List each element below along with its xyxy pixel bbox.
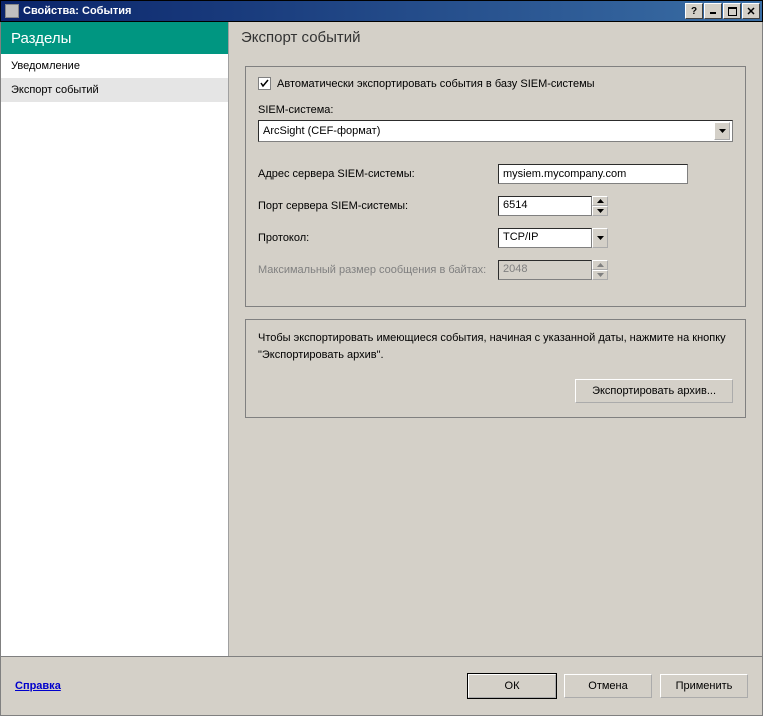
spinner-down-button[interactable]	[592, 206, 608, 216]
sidebar-item-notification[interactable]: Уведомление	[1, 54, 228, 78]
app-icon	[5, 4, 19, 18]
protocol-row: Протокол: TCP/IP	[258, 228, 733, 248]
chevron-up-icon	[597, 263, 604, 267]
footer: Справка ОК Отмена Применить	[0, 656, 763, 716]
sidebar-header: Разделы	[1, 22, 228, 54]
export-settings-group: Автоматически экспортировать события в б…	[245, 66, 746, 307]
server-port-label: Порт сервера SIEM-системы:	[258, 200, 498, 212]
archive-description: Чтобы экспортировать имеющиеся события, …	[258, 330, 733, 363]
window-title: Свойства: События	[23, 5, 685, 17]
siem-system-row: SIEM-система: ArcSight (CEF-формат)	[258, 104, 733, 142]
chevron-down-icon	[719, 129, 726, 133]
dropdown-button[interactable]	[592, 228, 608, 248]
server-port-spinner[interactable]: 6514	[498, 196, 608, 216]
dropdown-button[interactable]	[714, 122, 730, 140]
titlebar-buttons: ?	[685, 3, 760, 19]
spinner-down-button	[592, 270, 608, 280]
apply-button[interactable]: Применить	[660, 674, 748, 698]
chevron-down-icon	[597, 209, 604, 213]
help-button[interactable]: ?	[685, 3, 703, 19]
archive-button-row: Экспортировать архив...	[258, 379, 733, 403]
server-address-row: Адрес сервера SIEM-системы:	[258, 164, 733, 184]
max-message-label: Максимальный размер сообщения в байтах:	[258, 264, 498, 276]
chevron-down-icon	[597, 273, 604, 277]
siem-system-label: SIEM-система:	[258, 104, 498, 116]
server-address-label: Адрес сервера SIEM-системы:	[258, 168, 498, 180]
spinner-up-button	[592, 260, 608, 270]
minimize-button[interactable]	[704, 3, 722, 19]
minimize-icon	[709, 7, 717, 15]
protocol-value: TCP/IP	[498, 228, 592, 248]
protocol-label: Протокол:	[258, 232, 498, 244]
maximize-button[interactable]	[723, 3, 741, 19]
titlebar: Свойства: События ?	[0, 0, 763, 22]
spinner-buttons	[592, 196, 608, 216]
siem-system-dropdown[interactable]: ArcSight (CEF-формат)	[258, 120, 733, 142]
main-content: Автоматически экспортировать события в б…	[229, 54, 762, 656]
siem-system-value: ArcSight (CEF-формат)	[263, 125, 714, 137]
server-port-value: 6514	[498, 196, 592, 216]
auto-export-row: Автоматически экспортировать события в б…	[258, 77, 733, 90]
spinner-up-button[interactable]	[592, 196, 608, 206]
max-message-spinner: 2048	[498, 260, 608, 280]
max-message-value: 2048	[498, 260, 592, 280]
server-address-input[interactable]	[498, 164, 688, 184]
auto-export-checkbox[interactable]	[258, 77, 271, 90]
page-title: Экспорт событий	[229, 22, 762, 54]
sidebar-item-label: Уведомление	[11, 60, 80, 72]
cancel-button[interactable]: Отмена	[564, 674, 652, 698]
archive-group: Чтобы экспортировать имеющиеся события, …	[245, 319, 746, 418]
sidebar-item-label: Экспорт событий	[11, 84, 99, 96]
auto-export-label: Автоматически экспортировать события в б…	[277, 78, 595, 90]
main-panel: Экспорт событий Автоматически экспортиро…	[229, 22, 762, 656]
help-link[interactable]: Справка	[15, 680, 61, 692]
chevron-down-icon	[597, 236, 604, 240]
close-button[interactable]	[742, 3, 760, 19]
ok-button[interactable]: ОК	[468, 674, 556, 698]
chevron-up-icon	[597, 199, 604, 203]
sidebar: Разделы Уведомление Экспорт событий	[1, 22, 229, 656]
export-archive-button[interactable]: Экспортировать архив...	[575, 379, 733, 403]
maximize-icon	[728, 7, 737, 16]
max-message-row: Максимальный размер сообщения в байтах: …	[258, 260, 733, 280]
checkmark-icon	[260, 79, 269, 88]
server-port-row: Порт сервера SIEM-системы: 6514	[258, 196, 733, 216]
spinner-buttons	[592, 260, 608, 280]
close-icon	[747, 7, 755, 15]
help-icon: ?	[691, 6, 697, 17]
sidebar-item-export-events[interactable]: Экспорт событий	[1, 78, 228, 102]
protocol-dropdown[interactable]: TCP/IP	[498, 228, 608, 248]
window-body: Разделы Уведомление Экспорт событий Эксп…	[0, 22, 763, 656]
